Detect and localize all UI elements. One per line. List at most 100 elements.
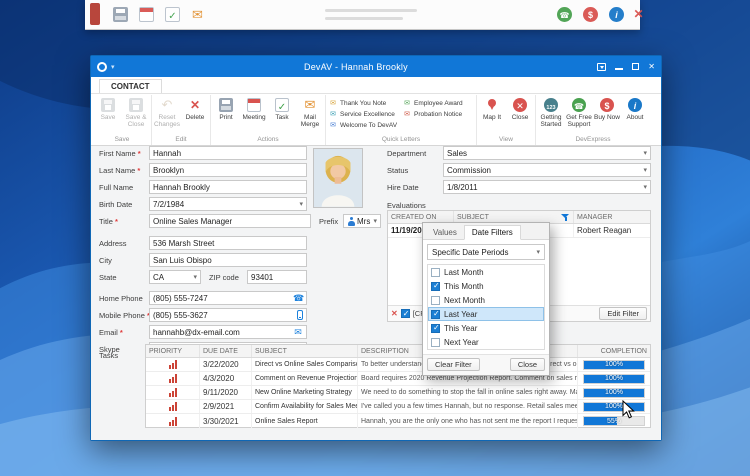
column-header-priority[interactable]: PRIORITY xyxy=(146,345,200,357)
department-label: Department xyxy=(387,149,427,158)
clear-filter-button[interactable]: Clear Filter xyxy=(427,358,480,371)
task-row[interactable]: 9/11/2020 New Online Marketing Strategy … xyxy=(146,386,650,400)
department-field[interactable]: Sales ▾ xyxy=(443,146,651,160)
chevron-down-icon[interactable]: ▾ xyxy=(536,248,540,256)
chevron-down-icon[interactable]: ▾ xyxy=(643,149,647,157)
mail-merge-button[interactable]: Mail Merge xyxy=(296,95,324,128)
column-header-manager[interactable]: MANAGER xyxy=(574,211,650,223)
first-name-label: First Name xyxy=(99,149,141,158)
phone-icon[interactable] xyxy=(293,292,303,304)
remove-filter-icon[interactable]: ✕ xyxy=(391,309,398,318)
birth-date-field[interactable]: 7/2/1984 ▾ xyxy=(149,197,307,211)
column-header-subject[interactable]: SUBJECT xyxy=(252,345,358,357)
last-name-field[interactable]: Brooklyn xyxy=(149,163,307,177)
filter-funnel-icon[interactable] xyxy=(561,213,570,222)
column-header-completion[interactable]: COMPLETION xyxy=(578,345,650,357)
meeting-button[interactable]: Meeting xyxy=(240,95,268,121)
checkbox[interactable] xyxy=(431,337,440,347)
close-view-button[interactable]: Close xyxy=(506,95,534,121)
chevron-down-icon[interactable]: ▾ xyxy=(643,183,647,191)
status-field[interactable]: Commission ▾ xyxy=(443,163,651,177)
titlebar[interactable]: ▾ DevAV - Hannah Brookly ✕ xyxy=(91,56,661,77)
task-row[interactable]: 2/9/2021 Confirm Availability for Sales … xyxy=(146,400,650,414)
background-window-ribbon[interactable] xyxy=(85,0,640,30)
close-button[interactable]: ✕ xyxy=(648,62,655,72)
map-it-button[interactable]: Map It xyxy=(478,95,506,121)
quick-letter-thank-you[interactable]: Thank You Note xyxy=(327,98,401,109)
state-field[interactable]: CA ▾ xyxy=(149,270,201,284)
option-this-month[interactable]: This Month xyxy=(428,279,544,293)
tab-contact[interactable]: CONTACT xyxy=(99,79,162,93)
task-row[interactable]: 3/30/2021 Online Sales Report Hannah, yo… xyxy=(146,414,650,428)
checkbox[interactable] xyxy=(431,295,440,305)
maximize-button[interactable] xyxy=(632,63,640,70)
letter-icon xyxy=(329,121,337,130)
priority-cell xyxy=(146,358,200,371)
chevron-down-icon[interactable]: ▾ xyxy=(373,217,377,225)
city-field[interactable]: San Luis Obispo xyxy=(149,253,307,267)
title-field[interactable]: Online Sales Manager xyxy=(149,214,311,228)
option-next-month[interactable]: Next Month xyxy=(428,293,544,307)
full-name-field[interactable]: Hannah Brookly xyxy=(149,180,307,194)
getting-started-button[interactable]: Getting Started xyxy=(537,95,565,128)
save-icon xyxy=(101,98,115,112)
address-field[interactable]: 536 Marsh Street xyxy=(149,236,307,250)
tab-values[interactable]: Values xyxy=(426,226,464,239)
task-row[interactable]: 3/22/2020 Direct vs Online Sales Compari… xyxy=(146,358,650,372)
period-mode-dropdown[interactable]: Specific Date Periods ▾ xyxy=(427,244,545,260)
column-header-due-date[interactable]: DUE DATE xyxy=(200,345,252,357)
checkbox[interactable] xyxy=(431,281,440,291)
contact-photo[interactable] xyxy=(313,148,363,208)
task-button[interactable]: Task xyxy=(268,95,296,121)
save-and-close-button[interactable]: Save & Close xyxy=(122,95,150,128)
print-button[interactable]: Print xyxy=(212,95,240,121)
chevron-down-icon[interactable]: ▾ xyxy=(193,273,197,281)
zip-field[interactable]: 93401 xyxy=(247,270,307,284)
delete-button[interactable]: Delete xyxy=(181,95,209,121)
close-circle-icon xyxy=(513,98,527,112)
quick-letter-welcome[interactable]: Welcome To DevAV xyxy=(327,120,401,131)
option-label: Last Year xyxy=(444,309,478,319)
checkbox[interactable] xyxy=(431,267,440,277)
ribbon-options-icon[interactable] xyxy=(597,62,607,71)
chevron-down-icon[interactable]: ▾ xyxy=(643,166,647,174)
quick-letter-probation-notice[interactable]: Probation Notice xyxy=(401,109,475,120)
mobile-phone-field[interactable]: (805) 555-3627 xyxy=(149,308,307,322)
meeting-icon xyxy=(247,98,261,112)
chevron-down-icon[interactable]: ▾ xyxy=(299,200,303,208)
mobile-phone-icon[interactable] xyxy=(297,310,303,320)
option-last-month[interactable]: Last Month xyxy=(428,265,544,279)
hire-date-field[interactable]: 1/8/2011 ▾ xyxy=(443,180,651,194)
completion-cell: 100% xyxy=(578,358,650,371)
quick-letter-service-excellence[interactable]: Service Excellence xyxy=(327,109,401,120)
edit-filter-button[interactable]: Edit Filter xyxy=(599,307,647,320)
completion-cell: 55% xyxy=(578,414,650,428)
checkbox[interactable] xyxy=(431,323,440,333)
minimize-button[interactable] xyxy=(615,64,624,70)
home-phone-field[interactable]: (805) 555-7247 xyxy=(149,291,307,305)
tab-date-filters[interactable]: Date Filters xyxy=(463,225,521,240)
checkbox[interactable] xyxy=(431,309,440,319)
filter-enabled-checkbox[interactable] xyxy=(400,309,410,318)
option-next-year[interactable]: Next Year xyxy=(428,335,544,349)
save-button[interactable]: Save xyxy=(94,95,122,121)
mail-icon[interactable] xyxy=(293,326,303,338)
email-field[interactable]: hannahb@dx-email.com xyxy=(149,325,307,339)
quick-letter-label: Thank You Note xyxy=(340,100,387,107)
full-name-label: Full Name xyxy=(99,183,134,192)
mail-merge-icon xyxy=(303,98,317,112)
close-popup-button[interactable]: Close xyxy=(509,358,545,371)
about-button[interactable]: About xyxy=(621,95,649,121)
first-name-field[interactable]: Hannah xyxy=(149,146,307,160)
quick-letter-employee-award[interactable]: Employee Award xyxy=(401,98,475,109)
address-value: 536 Marsh Street xyxy=(153,238,215,248)
about-icon xyxy=(628,98,642,112)
option-this-year[interactable]: This Year xyxy=(428,321,544,335)
get-free-support-button[interactable]: Get Free Support xyxy=(565,95,593,128)
prefix-field[interactable]: Mrs ▾ xyxy=(343,214,381,228)
task-row[interactable]: 4/3/2020 Comment on Revenue Projections … xyxy=(146,372,650,386)
button-label: Delete xyxy=(185,114,205,121)
buy-now-button[interactable]: Buy Now xyxy=(593,95,621,121)
reset-changes-button[interactable]: Reset Changes xyxy=(153,95,181,128)
option-last-year[interactable]: Last Year xyxy=(428,307,544,321)
